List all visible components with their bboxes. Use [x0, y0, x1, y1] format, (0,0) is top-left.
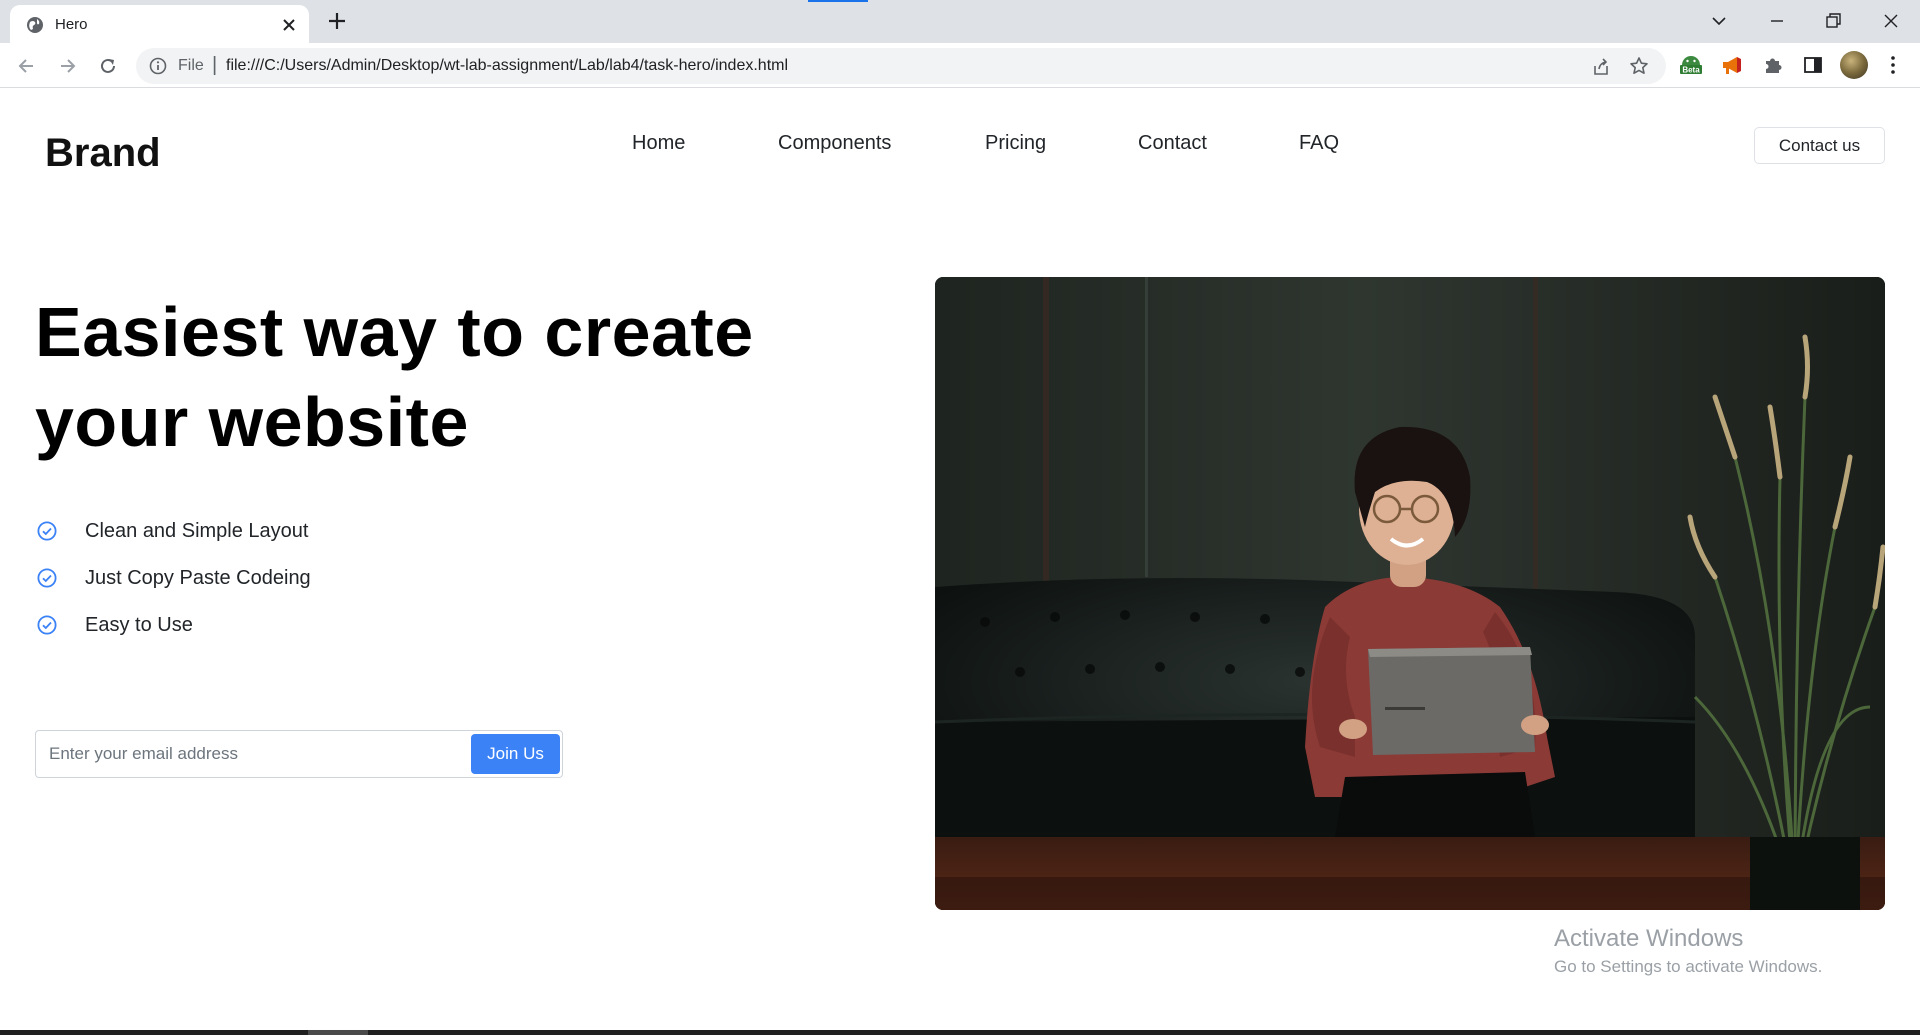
- taskbar-active-indicator: [308, 1030, 368, 1035]
- watermark-subtitle: Go to Settings to activate Windows.: [1554, 957, 1823, 976]
- extension-android-icon[interactable]: Beta: [1678, 49, 1704, 75]
- hero-photo-illustration: [935, 277, 1885, 910]
- check-circle-icon: [37, 521, 57, 541]
- loading-indicator: [808, 0, 868, 2]
- check-circle-icon: [37, 615, 57, 635]
- nav-link-components[interactable]: Components: [778, 132, 891, 155]
- nav-link-home[interactable]: Home: [632, 132, 685, 155]
- hero-image: [935, 277, 1885, 910]
- contact-us-button[interactable]: Contact us: [1754, 127, 1885, 164]
- feature-text: Easy to Use: [85, 614, 193, 636]
- page-viewport: Brand Home Components Pricing Contact FA…: [0, 89, 1920, 1030]
- menu-kebab-icon[interactable]: [1880, 52, 1906, 78]
- brand-logo[interactable]: Brand: [45, 131, 161, 176]
- signup-form: Join Us: [35, 730, 563, 778]
- watermark-title: Activate Windows: [1554, 925, 1744, 952]
- bookmark-star-icon[interactable]: [1629, 56, 1649, 76]
- hero-title-line-1: Easiest way to create: [35, 293, 754, 371]
- browser-tabstrip: Hero: [0, 0, 1920, 43]
- new-tab-icon[interactable]: [326, 10, 348, 32]
- windows-activation-watermark: Activate Windows Go to Settings to activ…: [1554, 925, 1822, 977]
- globe-icon: [27, 17, 43, 33]
- close-window-icon[interactable]: [1878, 8, 1904, 34]
- back-icon[interactable]: [13, 52, 41, 80]
- nav-link-pricing[interactable]: Pricing: [985, 132, 1046, 155]
- browser-toolbar: File | file:///C:/Users/Admin/Desktop/wt…: [0, 43, 1920, 88]
- feature-text: Just Copy Paste Codeing: [85, 567, 311, 589]
- omnibox-separator: |: [212, 54, 218, 76]
- join-us-button[interactable]: Join Us: [471, 734, 560, 774]
- site-info-icon[interactable]: [149, 57, 167, 75]
- address-bar[interactable]: File | file:///C:/Users/Admin/Desktop/wt…: [136, 48, 1666, 84]
- megaphone-icon[interactable]: [1719, 52, 1745, 78]
- tab-search-icon[interactable]: [1706, 8, 1732, 34]
- restore-icon[interactable]: [1820, 8, 1846, 34]
- hero-title-line-2: your website: [35, 383, 469, 461]
- close-tab-icon[interactable]: [280, 16, 298, 34]
- check-circle-icon: [37, 568, 57, 588]
- profile-avatar[interactable]: [1840, 51, 1868, 79]
- tab-title: Hero: [55, 16, 88, 33]
- forward-icon[interactable]: [53, 52, 81, 80]
- share-icon[interactable]: [1591, 57, 1611, 77]
- browser-tab[interactable]: Hero: [10, 5, 309, 43]
- email-input[interactable]: [36, 731, 466, 777]
- reload-icon[interactable]: [94, 52, 122, 80]
- feature-text: Clean and Simple Layout: [85, 520, 309, 542]
- nav-link-faq[interactable]: FAQ: [1299, 132, 1339, 155]
- nav-link-contact[interactable]: Contact: [1138, 132, 1207, 155]
- beta-label: Beta: [1682, 66, 1700, 75]
- side-panel-icon[interactable]: [1800, 52, 1826, 78]
- taskbar-edge: [0, 1030, 1920, 1035]
- scheme-label: File: [178, 57, 204, 74]
- url-text[interactable]: file:///C:/Users/Admin/Desktop/wt-lab-as…: [226, 57, 788, 75]
- hero-title: Easiest way to create your website: [35, 287, 795, 467]
- extensions-puzzle-icon[interactable]: [1760, 52, 1786, 78]
- minimize-icon[interactable]: [1764, 8, 1790, 34]
